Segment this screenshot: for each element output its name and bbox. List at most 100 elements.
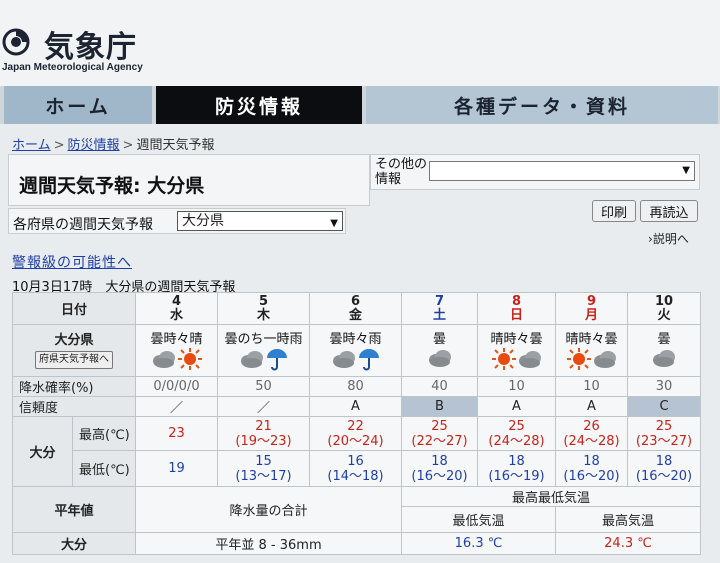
sun-icon <box>491 348 516 370</box>
min-temp-cell: 18 (16〜19) <box>477 450 556 487</box>
date-cell: 5木 <box>217 292 310 325</box>
min-temp-range: (14〜18) <box>327 468 384 484</box>
chevron-down-icon: ▼ <box>682 165 690 176</box>
help-link[interactable]: ›説明へ <box>648 230 689 247</box>
cloud-icon <box>240 351 263 368</box>
pref-select[interactable]: 大分県 ▼ <box>177 211 343 231</box>
nav-tab-data[interactable]: 各種データ・資料 <box>366 86 718 124</box>
cloud-icon <box>653 350 675 367</box>
pref-forecast-button[interactable]: 府県天気予報へ <box>35 350 113 369</box>
max-temp-range: (24〜28) <box>563 433 620 449</box>
min-temp: 18 <box>431 453 448 469</box>
day-number: 9 <box>586 293 597 309</box>
max-temp: 22 <box>347 418 364 434</box>
day-of-week: 水 <box>169 307 183 323</box>
min-temp-range: (13〜17) <box>235 468 292 484</box>
jma-logo-icon <box>2 28 30 56</box>
max-temp-range: (22〜27) <box>411 433 468 449</box>
weather-text: 曇のち一時雨 <box>224 332 303 347</box>
max-temp-range: (20〜24) <box>327 433 384 449</box>
day-number: 8 <box>511 293 522 309</box>
normal-max-header: 最高気温 <box>555 506 701 533</box>
max-temp-header: 最高(℃) <box>72 416 136 451</box>
breadcrumb-separator: > <box>122 138 134 153</box>
cloud-icon <box>428 350 451 367</box>
weather-text: 曇 <box>657 332 671 347</box>
max-temp-range: (24〜28) <box>488 433 545 449</box>
pop-cell: 50 <box>217 376 310 397</box>
weather-icons <box>136 347 217 373</box>
day-of-week: 土 <box>432 307 446 323</box>
max-temp: 25 <box>508 418 525 434</box>
pop-cell: 10 <box>555 376 628 397</box>
max-temp-cell: 21 (19〜23) <box>217 416 310 451</box>
main-nav: ホーム 防災情報 各種データ・資料 <box>0 86 720 124</box>
day-number: 5 <box>258 293 269 309</box>
min-temp-range: (16〜19) <box>488 468 545 484</box>
normal-max-value: 24.3 ℃ <box>555 532 701 555</box>
logo-subtitle: Japan Meteorological Agency <box>2 62 143 73</box>
max-temp: 25 <box>431 418 448 434</box>
date-cell: 4水 <box>135 292 218 325</box>
pop-cell: 10 <box>477 376 556 397</box>
weather-cell: 曇 <box>401 324 478 377</box>
weather-icons <box>556 347 627 373</box>
reliability-cell: B <box>401 396 478 417</box>
normal-min-header: 最低気温 <box>401 506 556 533</box>
weather-cell: 晴時々曇 <box>555 324 628 377</box>
umbrella-icon <box>266 349 287 371</box>
weather-text: 晴時々曇 <box>565 332 618 347</box>
pop-header: 降水確率(%) <box>12 376 136 397</box>
weather-icons <box>628 347 700 373</box>
date-cell: 9月 <box>555 292 628 325</box>
min-temp: 16 <box>347 453 364 469</box>
max-temp-range: (23〜27) <box>635 433 693 449</box>
other-info-select[interactable]: ▼ <box>429 161 695 181</box>
weather-text: 曇時々晴 <box>150 332 203 347</box>
min-temp-range: (16〜20) <box>563 468 620 484</box>
page-title: 週間天気予報: 大分県 <box>19 175 205 197</box>
logo-text[interactable]: 気象庁 <box>44 22 137 66</box>
breadcrumb: ホーム > 防災情報 > 週間天気予報 <box>12 134 214 153</box>
weather-text: 晴時々曇 <box>490 332 543 347</box>
day-of-week: 金 <box>348 307 362 323</box>
weather-cell: 曇時々晴 <box>135 324 218 377</box>
pop-cell: 80 <box>309 376 402 397</box>
min-temp-cell: 18 (16〜20) <box>555 450 628 487</box>
max-temp-cell: 25 (23〜27) <box>627 416 701 451</box>
pref-name-cell: 大分県 府県天気予報へ <box>12 324 136 377</box>
cloud-icon <box>152 351 175 368</box>
sun-icon <box>177 348 202 370</box>
day-of-week: 月 <box>584 307 598 323</box>
breadcrumb-home-link[interactable]: ホーム <box>12 138 51 153</box>
minmax-header: 最高最低気温 <box>401 486 701 507</box>
max-temp-cell: 23 <box>135 416 218 451</box>
reliability-cell: ／ <box>217 396 310 417</box>
pop-cell: 0/0/0/0 <box>135 376 218 397</box>
weather-text: 曇 <box>432 332 446 347</box>
min-temp: 18 <box>655 453 673 469</box>
normal-min-value: 16.3 ℃ <box>401 532 556 555</box>
warning-possibility-link[interactable]: 警報級の可能性へ <box>12 252 132 272</box>
nav-tab-home[interactable]: ホーム <box>4 86 152 124</box>
reliability-header: 信頼度 <box>12 396 136 417</box>
sun-icon <box>566 348 591 370</box>
nav-tab-bosai[interactable]: 防災情報 <box>156 86 362 124</box>
min-temp-header: 最低(℃) <box>72 450 136 487</box>
breadcrumb-bosai-link[interactable]: 防災情報 <box>68 138 120 153</box>
title-box: 週間天気予報: 大分県 <box>8 154 370 206</box>
print-button[interactable]: 印刷 <box>592 200 636 222</box>
breadcrumb-current: 週間天気予報 <box>136 138 215 153</box>
weather-icons <box>310 347 401 373</box>
pref-select-row: 各府県の週間天気予報 大分県 ▼ <box>8 208 346 234</box>
min-temp: 18 <box>583 453 600 469</box>
min-temp-range: (16〜20) <box>635 468 693 484</box>
reliability-cell: C <box>627 396 701 417</box>
weather-cell: 晴時々曇 <box>477 324 556 377</box>
umbrella-icon <box>358 349 379 371</box>
weather-icons <box>402 347 477 373</box>
cloud-icon <box>332 351 355 368</box>
reload-button[interactable]: 再読込 <box>640 200 698 222</box>
max-temp-cell: 26 (24〜28) <box>555 416 628 451</box>
day-of-week: 火 <box>657 307 671 323</box>
